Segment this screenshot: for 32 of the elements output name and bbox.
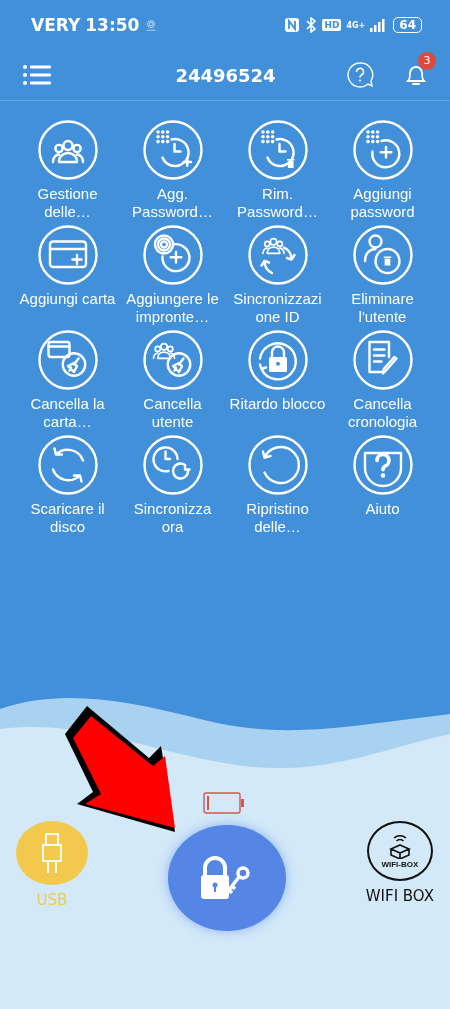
action-button[interactable]: Gestione delle… xyxy=(19,120,116,223)
action-button[interactable]: Eliminare l'utente xyxy=(334,225,431,328)
action-button[interactable]: Agg. Password… xyxy=(124,120,221,223)
hd-badge: HD xyxy=(322,19,342,31)
clock-time: 13:50 xyxy=(85,15,140,35)
action-button[interactable]: Scaricare il disco xyxy=(19,435,116,538)
battery-indicator: 64 xyxy=(393,17,422,33)
wifi-box-label: WIFI BOX xyxy=(365,887,434,905)
action-button[interactable]: Ripristino delle… xyxy=(229,435,326,538)
network-type: 4G+ xyxy=(346,20,366,30)
action-button[interactable]: Cancella la carta… xyxy=(19,330,116,433)
action-button[interactable]: Sincronizzazi one ID xyxy=(229,225,326,328)
action-button[interactable]: Cancella cronologia xyxy=(334,330,431,433)
notification-badge: 3 xyxy=(418,52,436,70)
action-button[interactable]: Ritardo blocco xyxy=(229,330,326,433)
lock-id-title: 24496524 xyxy=(175,64,276,86)
action-button[interactable]: Aggiungi password xyxy=(334,120,431,223)
usb-label: USB xyxy=(36,891,68,909)
help-icon[interactable] xyxy=(346,61,374,89)
action-button[interactable]: Sincronizza ora xyxy=(124,435,221,538)
action-button[interactable]: Rim. Password… xyxy=(229,120,326,223)
bluetooth-icon xyxy=(305,17,318,33)
action-button[interactable]: Aggiungi carta xyxy=(19,225,116,328)
wifi-box-button[interactable]: WIFI-BOX xyxy=(366,821,433,881)
menu-icon[interactable] xyxy=(23,65,51,85)
action-button[interactable]: Aggiungere le impronte… xyxy=(124,225,221,328)
wifi-box-text: WIFI-BOX xyxy=(381,860,419,869)
action-button[interactable]: Aiuto xyxy=(334,435,431,538)
action-button[interactable]: Cancella utente xyxy=(124,330,221,433)
carrier-name: VERY xyxy=(31,15,81,35)
battery-icon xyxy=(203,791,247,815)
nfc-icon xyxy=(284,17,301,33)
